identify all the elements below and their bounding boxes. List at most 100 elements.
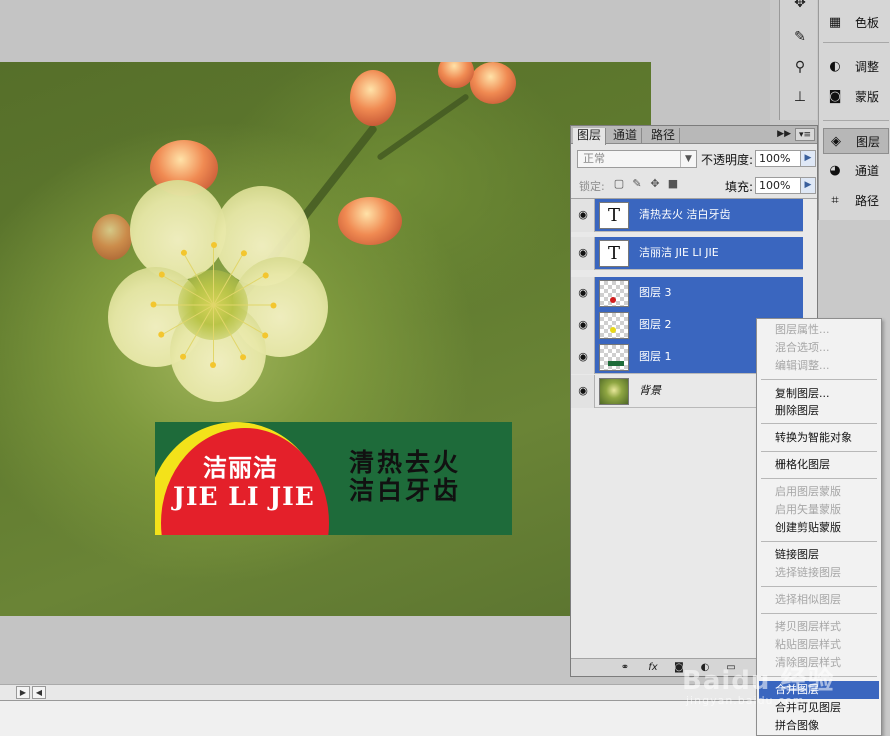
layer-thumbnail xyxy=(599,344,629,371)
menu-item-enable-layer-mask[interactable]: 启用图层蒙版 xyxy=(759,483,879,501)
flower-bud xyxy=(470,62,516,104)
fill-label: 填充: xyxy=(725,180,754,194)
flower-bud xyxy=(92,214,132,260)
brand-name-en: JIE LI JIE xyxy=(173,482,315,511)
lock-transparency-icon[interactable]: ▢ xyxy=(613,178,625,190)
swatches-icon: ▦ xyxy=(828,15,842,30)
chevron-down-icon: ▼ xyxy=(680,151,696,167)
menu-item-link-layers[interactable]: 链接图层 xyxy=(759,546,879,564)
opacity-label: 不透明度: xyxy=(701,153,754,167)
layers-icon: ◈ xyxy=(831,134,841,149)
layer-row[interactable]: ◉ T 洁丽洁 JIE LI JIE xyxy=(571,237,803,270)
menu-item-duplicate-layer[interactable]: 复制图层... xyxy=(759,385,879,403)
menu-divider xyxy=(761,379,877,380)
blend-mode-select[interactable]: 正常 ▼ xyxy=(577,150,697,168)
stamen xyxy=(153,304,214,306)
eye-icon[interactable]: ◉ xyxy=(575,350,591,364)
opacity-input[interactable]: 100% xyxy=(755,150,801,167)
flower-bud xyxy=(438,62,474,88)
dock-item-paths[interactable]: ⌗ 路径 xyxy=(823,188,889,214)
scroll-left-arrow-icon[interactable]: ◀ xyxy=(32,686,46,699)
menu-item-paste-layer-style[interactable]: 粘贴图层样式 xyxy=(759,636,879,654)
horizontal-scrollbar[interactable]: ▶ ◀ xyxy=(0,684,770,700)
menu-item-delete-layer[interactable]: 删除图层 xyxy=(759,402,879,420)
watermark-text: Baidu 经验 xyxy=(682,666,835,696)
tab-paths[interactable]: 路径 xyxy=(647,128,681,144)
thumbnail-mark xyxy=(610,327,616,333)
dock-item-layers[interactable]: ◈ 图层 xyxy=(823,128,889,154)
dock-item-masks[interactable]: ◙ 蒙版 xyxy=(823,84,889,110)
lock-pixels-icon[interactable]: ✎ xyxy=(631,178,643,190)
layer-thumbnail xyxy=(599,280,629,307)
eye-icon[interactable]: ◉ xyxy=(575,384,591,398)
paths-icon: ⌗ xyxy=(831,193,839,208)
slogan: 清热去火 洁白牙齿 xyxy=(349,449,461,505)
text-layer-thumbnail: T xyxy=(599,202,629,229)
eye-icon[interactable]: ◉ xyxy=(575,318,591,332)
blend-mode-value: 正常 xyxy=(583,152,605,165)
stamen xyxy=(213,245,214,305)
layer-row[interactable]: ◉ 图层 3 xyxy=(571,277,803,310)
tab-channels[interactable]: 通道 xyxy=(609,128,643,144)
stamen xyxy=(213,304,274,306)
menu-item-flatten-image[interactable]: 拼合图像 xyxy=(759,717,879,735)
dock-item-label: 路径 xyxy=(855,194,880,208)
collapse-panel-icon[interactable]: ▶▶ xyxy=(777,128,791,140)
dock-item-label: 图层 xyxy=(856,135,881,149)
slogan-line-1: 清热去火 xyxy=(349,448,462,477)
menu-divider xyxy=(761,586,877,587)
slogan-line-2: 洁白牙齿 xyxy=(349,476,462,505)
lock-position-icon[interactable]: ✥ xyxy=(649,178,661,190)
link-layers-icon[interactable]: ⚭ xyxy=(617,661,633,675)
tab-layers[interactable]: 图层 xyxy=(573,128,607,145)
menu-item-layer-properties[interactable]: 图层属性... xyxy=(759,321,879,339)
eye-icon[interactable]: ◉ xyxy=(575,286,591,300)
lock-label: 锁定: xyxy=(579,180,605,193)
watermark-url: jingyan.baidu.com xyxy=(686,694,805,707)
dock-item-adjustments[interactable]: ◐ 调整 xyxy=(823,54,889,80)
fill-input[interactable]: 100% xyxy=(755,177,801,194)
fill-slider-arrow-icon[interactable]: ▶ xyxy=(800,177,816,194)
dock-item-swatches[interactable]: ▦ 色板 xyxy=(823,10,889,36)
tool-icon-strip: ✥ ✎ ⚲ ⊥ xyxy=(779,0,817,120)
panel-tab-bar: 图层 通道 路径 ▶▶ ▾≡ xyxy=(571,126,817,145)
menu-item-rasterize-layer[interactable]: 栅格化图层 xyxy=(759,456,879,474)
menu-item-select-linked-layers[interactable]: 选择链接图层 xyxy=(759,564,879,582)
logo-banner: 洁丽洁 JIE LI JIE 清热去火 洁白牙齿 xyxy=(155,422,512,535)
menu-divider xyxy=(761,541,877,542)
thumbnail-mark xyxy=(610,297,616,303)
text-layer-thumbnail: T xyxy=(599,240,629,267)
menu-divider xyxy=(761,478,877,479)
menu-item-convert-smart-object[interactable]: 转换为智能对象 xyxy=(759,429,879,447)
eye-icon[interactable]: ◉ xyxy=(575,208,591,222)
opacity-slider-arrow-icon[interactable]: ▶ xyxy=(800,150,816,167)
layer-style-icon[interactable]: fx xyxy=(645,661,661,675)
menu-item-select-similar-layers[interactable]: 选择相似图层 xyxy=(759,591,879,609)
dock-item-label: 调整 xyxy=(855,60,880,74)
menu-item-blending-options[interactable]: 混合选项... xyxy=(759,339,879,357)
menu-divider xyxy=(761,613,877,614)
dock-item-channels[interactable]: ◕ 通道 xyxy=(823,158,889,184)
menu-item-enable-vector-mask[interactable]: 启用矢量蒙版 xyxy=(759,501,879,519)
layer-name: 背景 xyxy=(639,384,661,397)
layer-row[interactable]: ◉ T 清热去火 洁白牙齿 xyxy=(571,199,803,232)
menu-item-copy-layer-style[interactable]: 拷贝图层样式 xyxy=(759,618,879,636)
panel-menu-icon[interactable]: ▾≡ xyxy=(795,128,815,141)
image-canvas[interactable]: 洁丽洁 JIE LI JIE 清热去火 洁白牙齿 xyxy=(0,62,651,616)
layer-thumbnail xyxy=(599,312,629,339)
brush-tool-icon[interactable]: ✎ xyxy=(790,28,810,46)
menu-item-create-clipping-mask[interactable]: 创建剪贴蒙版 xyxy=(759,519,879,537)
dock-divider xyxy=(823,120,889,121)
clone-stamp-tool-icon[interactable]: ⚲ xyxy=(790,58,810,76)
menu-divider xyxy=(761,423,877,424)
move-tool-icon[interactable]: ✥ xyxy=(790,0,810,12)
menu-item-edit-adjustment[interactable]: 编辑调整... xyxy=(759,357,879,375)
flower-bud xyxy=(350,70,396,126)
history-brush-icon[interactable]: ⊥ xyxy=(790,88,810,106)
scroll-right-arrow-icon[interactable]: ▶ xyxy=(16,686,30,699)
adjustments-icon: ◐ xyxy=(829,59,841,74)
flower-petal xyxy=(130,180,226,280)
lock-all-icon[interactable]: ■ xyxy=(667,178,679,190)
eye-icon[interactable]: ◉ xyxy=(575,246,591,260)
stamen xyxy=(210,305,216,368)
